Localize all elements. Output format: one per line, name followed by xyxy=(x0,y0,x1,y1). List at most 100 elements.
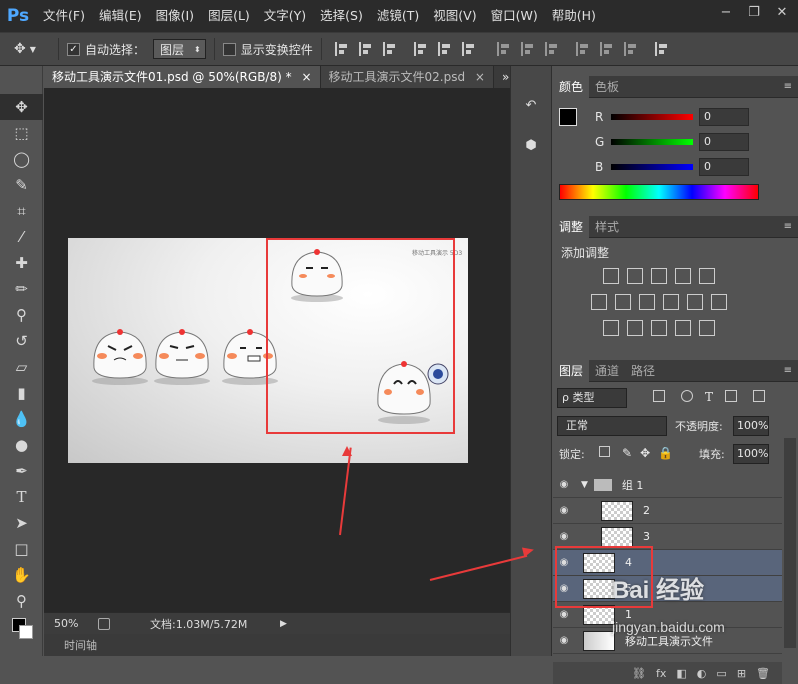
lock-transparent-icon[interactable] xyxy=(599,446,610,457)
tab-close-icon[interactable]: × xyxy=(301,70,311,84)
menu-help[interactable]: 帮助(H) xyxy=(545,0,603,32)
timeline-panel[interactable]: 时间轴 xyxy=(44,634,510,656)
menu-select[interactable]: 选择(S) xyxy=(313,0,370,32)
panel-menu-icon[interactable]: ≡ xyxy=(784,81,792,92)
brightness-icon[interactable] xyxy=(603,268,619,284)
history-panel-icon[interactable]: ↶ xyxy=(517,92,545,118)
distribute-bottom-icon[interactable] xyxy=(544,42,559,56)
filter-adjustment-icon[interactable] xyxy=(681,390,693,402)
distribute-top-icon[interactable] xyxy=(496,42,511,56)
menu-layer[interactable]: 图层(L) xyxy=(201,0,257,32)
lasso-tool-icon[interactable]: ◯ xyxy=(0,146,43,172)
eye-icon[interactable]: ◉ xyxy=(553,609,575,620)
minimize-button[interactable]: − xyxy=(714,2,738,22)
filter-smart-icon[interactable] xyxy=(753,390,766,402)
tab-close-icon[interactable]: × xyxy=(475,70,485,84)
menu-filter[interactable]: 滤镜(T) xyxy=(370,0,426,32)
invert-icon[interactable] xyxy=(603,320,619,336)
auto-select-target-dropdown[interactable]: 图层 ⬍ xyxy=(153,39,206,59)
group-expand-icon[interactable]: ▼ xyxy=(581,480,588,490)
align-hcenter-icon[interactable] xyxy=(437,42,452,56)
history-brush-tool-icon[interactable]: ↺ xyxy=(0,328,43,354)
fx-icon[interactable]: fx xyxy=(656,667,666,680)
align-bottom-icon[interactable] xyxy=(382,42,397,56)
photo-filter-icon[interactable] xyxy=(663,294,679,310)
new-group-icon[interactable]: ▭ xyxy=(716,667,726,680)
color-lookup-icon[interactable] xyxy=(711,294,727,310)
align-vcenter-icon[interactable] xyxy=(358,42,373,56)
blue-value-input[interactable]: 0 xyxy=(699,157,749,176)
tab-layers[interactable]: 图层 xyxy=(553,359,590,382)
tab-swatches[interactable]: 色板 xyxy=(589,76,625,98)
healing-tool-icon[interactable]: ✚ xyxy=(0,250,43,276)
new-layer-icon[interactable]: ⊞ xyxy=(737,667,746,680)
distribute-right-icon[interactable] xyxy=(623,42,638,56)
channel-mixer-icon[interactable] xyxy=(687,294,703,310)
auto-align-icon[interactable] xyxy=(654,42,669,56)
threshold-icon[interactable] xyxy=(651,320,667,336)
tab-document-02[interactable]: 移动工具演示文件02.psd × xyxy=(320,66,494,88)
pen-tool-icon[interactable]: ✒ xyxy=(0,458,43,484)
eye-icon[interactable]: ◉ xyxy=(553,479,575,490)
quick-select-tool-icon[interactable]: ✎ xyxy=(0,172,43,198)
red-value-input[interactable]: 0 xyxy=(699,107,749,126)
tab-color[interactable]: 颜色 xyxy=(553,75,590,98)
blur-tool-icon[interactable]: 💧 xyxy=(0,406,43,432)
tab-paths[interactable]: 路径 xyxy=(625,360,661,382)
brush-tool-icon[interactable]: ✏ xyxy=(0,276,43,302)
gradient-tool-icon[interactable]: ▮ xyxy=(0,380,43,406)
levels-icon[interactable] xyxy=(627,268,643,284)
selective-color-icon[interactable] xyxy=(675,320,691,336)
shape-tool-icon[interactable]: □ xyxy=(0,536,43,562)
hue-saturation-icon[interactable] xyxy=(591,294,607,310)
distribute-vcenter-icon[interactable] xyxy=(520,42,535,56)
distribute-hcenter-icon[interactable] xyxy=(599,42,614,56)
delete-layer-icon[interactable]: 🗑 xyxy=(756,667,770,680)
lock-all-icon[interactable]: 🔒 xyxy=(658,446,673,460)
move-tool-preset-icon[interactable]: ✥ ▼ xyxy=(0,41,50,57)
hand-tool-icon[interactable]: ✋ xyxy=(0,562,43,588)
eye-icon[interactable]: ◉ xyxy=(553,635,575,646)
3d-panel-icon[interactable]: ⬢ xyxy=(517,132,545,158)
menu-edit[interactable]: 编辑(E) xyxy=(92,0,149,32)
tab-channels[interactable]: 通道 xyxy=(589,360,625,382)
status-arrow-icon[interactable]: ▶ xyxy=(280,619,287,629)
marquee-tool-icon[interactable]: ⬚ xyxy=(0,120,43,146)
align-right-icon[interactable] xyxy=(461,42,476,56)
foreground-color-swatch[interactable] xyxy=(559,108,577,126)
stamp-tool-icon[interactable]: ⚲ xyxy=(0,302,43,328)
add-mask-icon[interactable]: ◧ xyxy=(676,667,686,680)
blend-mode-dropdown[interactable]: 正常 xyxy=(557,416,667,436)
green-slider[interactable] xyxy=(611,138,693,145)
link-layers-icon[interactable]: ⛓ xyxy=(632,667,646,680)
fill-input[interactable]: 100% xyxy=(733,444,769,464)
zoom-tool-icon[interactable]: ⚲ xyxy=(0,588,43,614)
crop-tool-icon[interactable]: ⌗ xyxy=(0,198,43,224)
eraser-tool-icon[interactable]: ▱ xyxy=(0,354,43,380)
menu-image[interactable]: 图像(I) xyxy=(149,0,201,32)
panel-menu-icon[interactable]: ≡ xyxy=(784,221,792,232)
filter-type-icon[interactable]: T xyxy=(705,390,713,404)
distribute-left-icon[interactable] xyxy=(575,42,590,56)
zoom-level[interactable]: 50% xyxy=(54,617,94,630)
show-transform-checkbox[interactable] xyxy=(222,42,236,56)
black-white-icon[interactable] xyxy=(639,294,655,310)
gradient-map-icon[interactable] xyxy=(699,320,715,336)
opacity-input[interactable]: 100% xyxy=(733,416,769,436)
menu-type[interactable]: 文字(Y) xyxy=(257,0,313,32)
eye-icon[interactable]: ◉ xyxy=(553,505,575,516)
lock-brush-icon[interactable]: ✎ xyxy=(622,446,632,460)
align-left-icon[interactable] xyxy=(413,42,428,56)
menu-file[interactable]: 文件(F) xyxy=(36,0,92,32)
auto-select-checkbox[interactable]: ✓ xyxy=(67,42,80,56)
layer-row-group[interactable]: ◉ ▼ 组 1 xyxy=(553,472,782,498)
red-slider[interactable] xyxy=(611,113,693,120)
filter-shape-icon[interactable] xyxy=(725,390,738,402)
posterize-icon[interactable] xyxy=(627,320,643,336)
color-spectrum-bar[interactable] xyxy=(559,184,759,200)
green-value-input[interactable]: 0 xyxy=(699,132,749,151)
vibrance-icon[interactable] xyxy=(699,268,715,284)
path-select-tool-icon[interactable]: ➤ xyxy=(0,510,43,536)
exposure-icon[interactable] xyxy=(675,268,691,284)
dodge-tool-icon[interactable]: ● xyxy=(0,432,43,458)
